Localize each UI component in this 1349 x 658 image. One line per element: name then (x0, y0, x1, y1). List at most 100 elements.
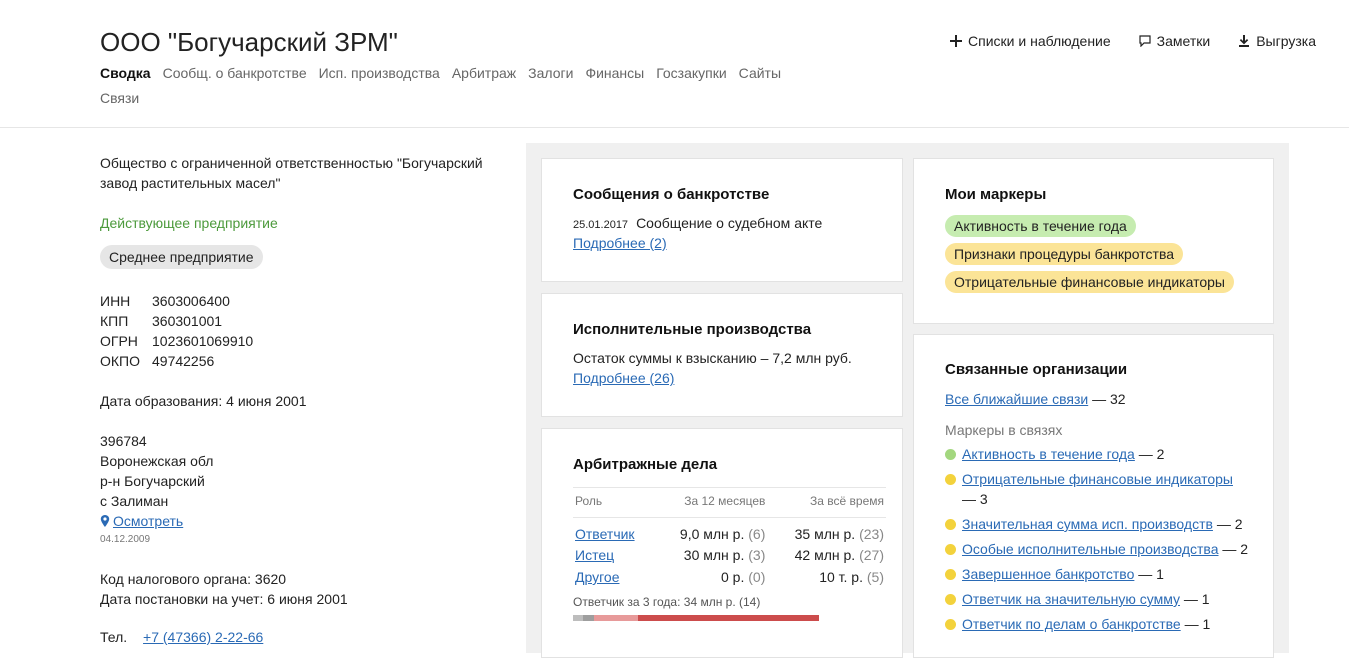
top-actions: Списки и наблюдение Заметки Выгрузка (950, 33, 1316, 49)
related-marker-count: — 1 (1138, 566, 1164, 582)
related-marker-link[interactable]: Ответчик по делам о банкротстве (962, 616, 1181, 632)
notes-button[interactable]: Заметки (1139, 33, 1211, 49)
page-header: ООО "Богучарский ЗРМ" Списки и наблюдени… (0, 0, 1349, 128)
notes-label: Заметки (1156, 33, 1211, 49)
bankruptcy-message-date: 25.01.2017 (573, 219, 629, 231)
arbitration-header-row: Роль За 12 месяцев За всё время (573, 487, 886, 518)
related-marker-count: — 1 (1184, 616, 1211, 632)
all-count: (5) (866, 569, 884, 585)
all-connections-count: — 32 (1092, 391, 1126, 407)
role-link-plaintiff[interactable]: Истец (575, 547, 614, 563)
all-connections: Все ближайшие связи — 32 (945, 391, 1257, 407)
kpp-row: КПП 360301001 (100, 311, 500, 331)
company-status: Действующее предприятие (100, 215, 278, 231)
arbitration-table: Роль За 12 месяцев За всё время Ответчик… (573, 487, 886, 586)
tab-pledges[interactable]: Залоги (528, 64, 573, 83)
tab-summary[interactable]: Сводка (100, 64, 151, 83)
related-markers-list: Активность в течение года — 2 Отрицательн… (945, 444, 1250, 634)
role-link-other[interactable]: Другое (575, 569, 619, 585)
section-tabs: Сводка Сообщ. о банкротстве Исп. произво… (100, 64, 820, 108)
related-marker-count: — 2 (1222, 541, 1249, 557)
list-item: Отрицательные финансовые индикаторы — 3 (945, 469, 1250, 509)
list-item: Особые исполнительные производства — 2 (945, 539, 1250, 559)
export-label: Выгрузка (1256, 33, 1316, 49)
enforcement-title: Исполнительные производства (573, 321, 812, 338)
year-count: (6) (748, 526, 766, 542)
foundation-date: Дата образования: 4 июня 2001 (100, 393, 307, 409)
address-date: 04.12.2009 (100, 534, 151, 545)
ogrn-value: 1023601069910 (152, 333, 254, 349)
bar-segment (594, 615, 638, 621)
enforcement-more-link[interactable]: Подробнее (26) (573, 370, 674, 386)
phone-link[interactable]: +7 (47366) 2-22-66 (143, 629, 263, 645)
list-item: Ответчик на значительную сумму — 1 (945, 589, 1250, 609)
tab-sites[interactable]: Сайты (739, 64, 781, 83)
tab-finances[interactable]: Финансы (585, 64, 644, 83)
bar-segment (583, 615, 594, 621)
map-link[interactable]: Осмотреть (100, 511, 500, 531)
marker-chip[interactable]: Признаки процедуры банкротства (945, 243, 1184, 265)
marker-dot-icon (945, 544, 956, 555)
marker-chip[interactable]: Отрицательные финансовые индикаторы (945, 271, 1234, 293)
all-count: (27) (859, 547, 884, 563)
okpo-value: 49742256 (152, 353, 215, 369)
tax-date: Дата постановки на учет: 6 июня 2001 (100, 591, 348, 607)
export-button[interactable]: Выгрузка (1238, 33, 1316, 49)
role-link-defendant[interactable]: Ответчик (575, 526, 635, 542)
bankruptcy-card: Сообщения о банкротстве 25.01.2017 Сообщ… (541, 158, 903, 282)
okpo-label: ОКПО (100, 353, 140, 369)
tab-bankruptcy[interactable]: Сообщ. о банкротстве (163, 64, 307, 83)
enforcement-text: Остаток суммы к взысканию – 7,2 млн руб. (573, 350, 852, 366)
table-row: Ответчик 9,0 млн р. (6) 35 млн р. (23) (573, 518, 886, 542)
related-marker-link[interactable]: Особые исполнительные производства (962, 541, 1219, 557)
tab-arbitration[interactable]: Арбитраж (452, 64, 516, 83)
related-marker-count: — 1 (1183, 591, 1210, 607)
address: 396784 Воронежская обл р-н Богучарский с… (100, 431, 500, 549)
address-line: р-н Богучарский (100, 473, 205, 489)
bankruptcy-message: 25.01.2017 Сообщение о судебном акте (573, 215, 886, 231)
enforcement-card: Исполнительные производства Остаток сумм… (541, 293, 903, 417)
related-marker-link[interactable]: Активность в течение года (962, 446, 1135, 462)
tab-enforcement[interactable]: Исп. производства (319, 64, 440, 83)
tab-procurement[interactable]: Госзакупки (656, 64, 726, 83)
bar-segment (573, 615, 583, 621)
defendant-bar (573, 615, 819, 621)
download-icon (1239, 35, 1250, 47)
all-amount: 35 млн р. (794, 526, 856, 542)
bankruptcy-more-link[interactable]: Подробнее (2) (573, 235, 667, 251)
inn-row: ИНН 3603006400 (100, 291, 500, 311)
company-title: ООО "Богучарский ЗРМ" (100, 27, 398, 57)
related-marker-link[interactable]: Ответчик на значительную сумму (962, 591, 1180, 607)
related-marker-link[interactable]: Отрицательные финансовые индикаторы (962, 471, 1233, 487)
all-amount: 42 млн р. (794, 547, 856, 563)
defendant-3y-note: Ответчик за 3 года: 34 млн р. (14) (573, 595, 761, 609)
all-connections-link[interactable]: Все ближайшие связи (945, 391, 1088, 407)
marker-dot-icon (945, 474, 956, 485)
address-line: Воронежская обл (100, 453, 214, 469)
bankruptcy-title: Сообщения о банкротстве (573, 186, 770, 203)
related-marker-link[interactable]: Значительная сумма исп. производств (962, 516, 1213, 532)
kpp-label: КПП (100, 313, 129, 329)
marker-chip[interactable]: Активность в течение года (945, 215, 1136, 237)
related-marker-link[interactable]: Завершенное банкротство (962, 566, 1134, 582)
related-marker-count: — 2 (1138, 446, 1165, 462)
okpo-row: ОКПО 49742256 (100, 351, 500, 371)
company-details: Общество с ограниченной ответственностью… (100, 153, 500, 647)
map-link-label[interactable]: Осмотреть (113, 511, 183, 531)
marker-dot-icon (945, 619, 956, 630)
year-header: За 12 месяцев (653, 487, 768, 518)
all-time-header: За всё время (767, 487, 886, 518)
arbitration-title: Арбитражные дела (573, 456, 718, 473)
lists-label: Списки и наблюдение (968, 33, 1111, 49)
related-marker-count: — 2 (1216, 516, 1243, 532)
company-identifiers: ИНН 3603006400 КПП 360301001 ОГРН 102360106… (100, 291, 500, 371)
all-count: (23) (859, 526, 884, 542)
tab-connections[interactable]: Связи (100, 89, 820, 108)
markers-card: Мои маркеры Активность в течение года Пр… (913, 158, 1274, 324)
markers-title: Мои маркеры (945, 186, 1047, 203)
address-line: с Залиман (100, 493, 169, 509)
marker-dot-icon (945, 569, 956, 580)
ogrn-row: ОГРН 1023601069910 (100, 331, 500, 351)
lists-button[interactable]: Списки и наблюдение (950, 33, 1111, 49)
role-header: Роль (573, 487, 654, 518)
